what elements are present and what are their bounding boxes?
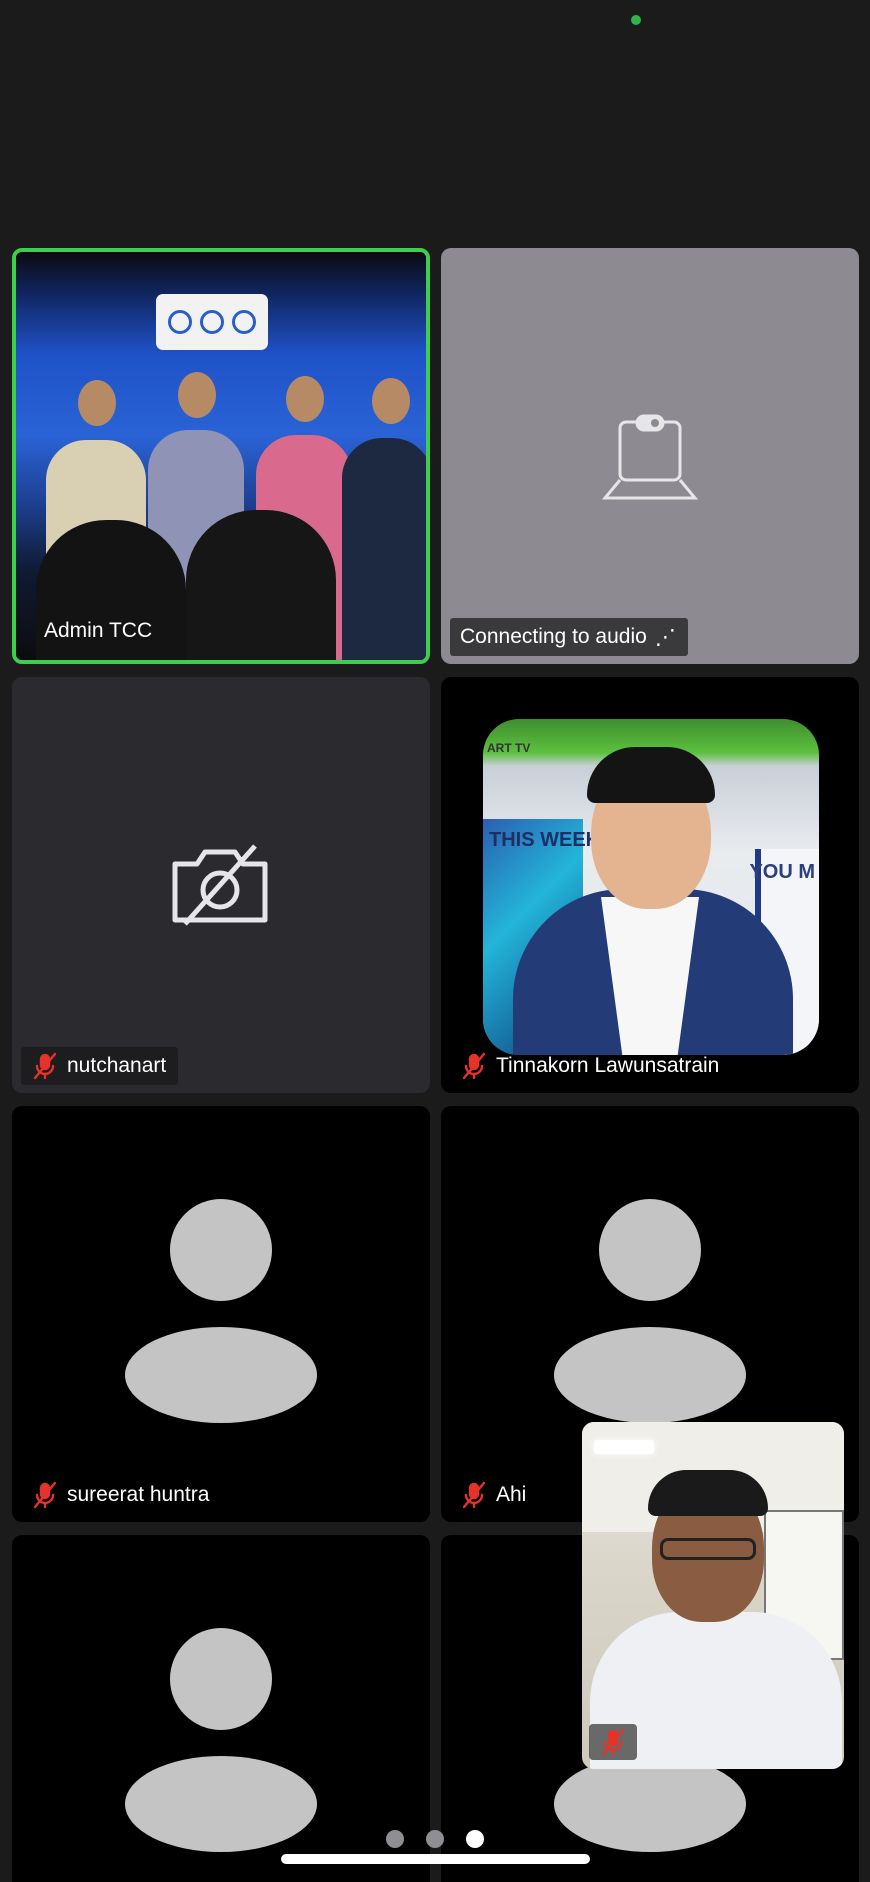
video-tile-connecting[interactable]: Connecting to audio ⋰	[441, 248, 859, 664]
avatar-body	[554, 1327, 746, 1423]
avatar-head	[170, 1628, 272, 1730]
muted-mic-icon	[601, 1728, 625, 1756]
muted-mic-icon	[33, 1052, 57, 1080]
participant-name: nutchanart	[67, 1054, 167, 1077]
avatar-body	[125, 1327, 317, 1423]
participant-name-label: Ahi	[450, 1476, 538, 1514]
video-tile-nutchanart[interactable]: nutchanart	[12, 677, 430, 1093]
participant-name: Admin TCC	[44, 619, 153, 642]
participant-name-label: Connecting to audio ⋰	[450, 618, 688, 656]
home-indicator[interactable]	[281, 1854, 590, 1864]
avatar-head	[170, 1199, 272, 1301]
muted-mic-icon	[462, 1481, 486, 1509]
page-dot-3-current[interactable]	[466, 1830, 484, 1848]
participant-name-label: Admin TCC	[34, 612, 164, 650]
stage-photo	[16, 252, 426, 660]
connecting-spinner-icon: ⋰	[654, 625, 676, 649]
participant-name-label: sureerat huntra	[21, 1476, 221, 1514]
participant-name: Tinnakorn Lawunsatrain	[496, 1054, 720, 1077]
page-dot-2[interactable]	[426, 1830, 444, 1848]
video-tile-sureerat[interactable]: sureerat huntra	[12, 1106, 430, 1522]
muted-mic-icon	[462, 1052, 486, 1080]
status-dot	[631, 15, 641, 25]
connecting-status-text: Connecting to audio	[460, 625, 647, 648]
video-tile-tinnakorn[interactable]: THIS WEEK YOU M ART TV Tinnakorn Lawunsa…	[441, 677, 859, 1093]
page-dot-1[interactable]	[386, 1830, 404, 1848]
page-indicator[interactable]	[0, 1830, 870, 1848]
participant-name-label: nutchanart	[21, 1047, 179, 1085]
self-view-video[interactable]	[582, 1422, 844, 1769]
profile-photo: THIS WEEK YOU M ART TV	[483, 719, 819, 1055]
avatar-head	[599, 1199, 701, 1301]
stage-banner-logo	[156, 294, 268, 350]
participant-name: Ahi	[496, 1483, 527, 1506]
muted-mic-icon	[33, 1481, 57, 1509]
webcam-icon	[601, 414, 699, 500]
participant-name: sureerat huntra	[67, 1483, 210, 1506]
video-tile-admin-tcc[interactable]: Admin TCC	[12, 248, 430, 664]
camera-off-icon	[172, 844, 268, 926]
self-view-mute-badge	[589, 1724, 637, 1760]
participant-name-label: Tinnakorn Lawunsatrain	[450, 1047, 731, 1085]
